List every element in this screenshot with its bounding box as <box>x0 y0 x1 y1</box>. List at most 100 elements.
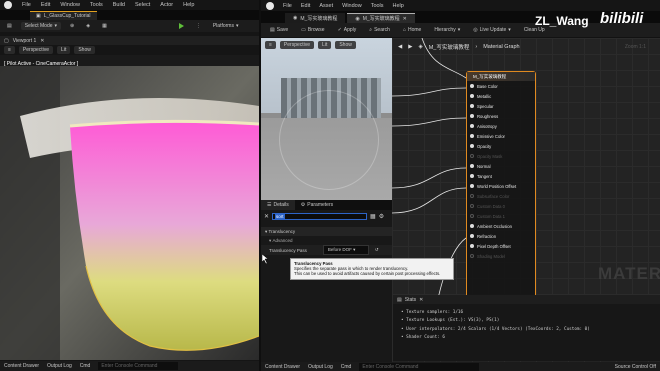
material-tab-1[interactable]: ◉ M_写实玻璃教程 <box>285 13 346 23</box>
translucency-pass-select[interactable]: Before DOF ▾ <box>322 245 369 255</box>
menu-asset[interactable]: Asset <box>319 3 333 9</box>
close-icon[interactable]: ✕ <box>419 297 423 303</box>
save-label: Save <box>276 27 289 33</box>
pin-dot-icon <box>470 104 474 108</box>
settings-icon[interactable]: ⚙ <box>379 213 384 220</box>
browse-button[interactable]: ▭ Browse <box>298 26 327 34</box>
pin-dot-icon <box>470 134 474 138</box>
tab-details[interactable]: ☰ Details <box>261 200 295 210</box>
reset-icon[interactable]: ↺ <box>375 247 379 253</box>
viewport-scene[interactable] <box>0 66 259 360</box>
blueprint-icon[interactable]: ◈ <box>83 22 93 30</box>
translucency-section[interactable]: ▾ Translucency <box>261 227 392 236</box>
menu-edit[interactable]: Edit <box>41 2 50 8</box>
viewport-lit-button[interactable]: Lit <box>57 46 71 54</box>
material-icon: ◉ <box>355 15 360 22</box>
search-text: sort <box>275 213 285 219</box>
cmd-button[interactable]: Cmd <box>80 363 91 369</box>
preview-perspective-button[interactable]: Perspective <box>279 41 315 49</box>
preview-menu-icon[interactable]: ≡ <box>265 41 276 49</box>
clear-search-icon[interactable]: ✕ <box>264 213 269 220</box>
pin-roughness[interactable]: Roughness <box>467 111 535 121</box>
cmd-button[interactable]: Cmd <box>341 364 352 370</box>
save-icon[interactable]: ▤ <box>4 22 15 30</box>
pin-ambient-occlusion[interactable]: Ambient Occlusion <box>467 221 535 231</box>
menu-build[interactable]: Build <box>113 2 125 8</box>
play-options-icon[interactable]: ⋮ <box>193 22 204 30</box>
menu-file[interactable]: File <box>22 2 31 8</box>
output-log-button[interactable]: Output Log <box>47 363 72 369</box>
content-drawer-button[interactable]: Content Drawer <box>4 363 39 369</box>
translucency-pass-value: Before DOF <box>327 247 352 252</box>
pin-pixel-depth-offset[interactable]: Pixel Depth Offset <box>467 241 535 251</box>
play-button[interactable] <box>176 22 187 30</box>
menu-window[interactable]: Window <box>60 2 80 8</box>
menu-help[interactable]: Help <box>393 3 404 9</box>
close-icon[interactable]: ✕ <box>40 38 44 44</box>
add-actor-icon[interactable]: ⊕ <box>67 22 77 30</box>
pin-label: Tangent <box>477 173 492 179</box>
unreal-logo-icon[interactable] <box>4 1 12 9</box>
pin-tangent[interactable]: Tangent <box>467 171 535 181</box>
pin-normal[interactable]: Normal <box>467 161 535 171</box>
material-tab-1-label: M_写实玻璃教程 <box>300 15 338 22</box>
material-tab-2-label: M_写实玻璃教程 <box>362 16 400 22</box>
viewport-tab-label[interactable]: Viewport 1 <box>13 38 37 44</box>
details-search-input[interactable]: sort <box>272 212 368 220</box>
console-command-input[interactable]: Enter Console Command <box>98 362 179 370</box>
tab-parameters[interactable]: ⚙ Parameters <box>295 200 339 210</box>
pin-anisotropy[interactable]: Anisotropy <box>467 121 535 131</box>
grid-view-icon[interactable]: ▦ <box>370 213 376 220</box>
live-update-button[interactable]: ◎ Live Update ▾ <box>470 26 514 34</box>
menu-help[interactable]: Help <box>183 2 194 8</box>
pin-refraction[interactable]: Refraction <box>467 231 535 241</box>
viewport-menu-icon[interactable]: ≡ <box>4 46 15 54</box>
hierarchy-button[interactable]: Hierarchy ▾ <box>431 26 463 34</box>
pin-opacity[interactable]: Opacity <box>467 141 535 151</box>
source-control-status[interactable]: Source Control Off <box>615 364 660 370</box>
material-preview-viewport[interactable]: ≡ Perspective Lit Show <box>261 38 392 200</box>
pin-specular[interactable]: Specular <box>467 101 535 111</box>
home-icon: ⌂ <box>402 27 406 33</box>
menu-select[interactable]: Select <box>135 2 150 8</box>
details-icon: ☰ <box>267 202 272 208</box>
pin-metallic[interactable]: Metallic <box>467 91 535 101</box>
pin-emissive-color[interactable]: Emissive Color <box>467 131 535 141</box>
save-button[interactable]: ▤ Save <box>267 26 291 34</box>
material-result-node[interactable]: M_写实玻璃教程 Base Color Metallic Specular Ro… <box>466 71 536 301</box>
pin-dot-icon <box>470 254 474 258</box>
menu-tools[interactable]: Tools <box>371 3 384 9</box>
close-icon[interactable]: ✕ <box>403 16 407 22</box>
output-log-button[interactable]: Output Log <box>308 364 333 370</box>
menu-edit[interactable]: Edit <box>301 3 310 9</box>
level-tab-row: ▣ L_GlassCup_Tutorial <box>0 10 259 20</box>
console-command-input[interactable]: Enter Console Command <box>359 362 480 371</box>
pin-label: Normal <box>477 163 491 169</box>
content-drawer-button[interactable]: Content Drawer <box>265 364 300 370</box>
material-tab-2[interactable]: ◉ M_写实玻璃教程 ✕ <box>347 13 415 23</box>
preview-show-button[interactable]: Show <box>335 41 356 49</box>
apply-button[interactable]: ✓ Apply <box>335 26 360 34</box>
cinematics-icon[interactable]: ▦ <box>99 22 110 30</box>
menu-tools[interactable]: Tools <box>90 2 103 8</box>
search-button[interactable]: ⌕ Search <box>366 26 393 34</box>
pin-base-color[interactable]: Base Color <box>467 81 535 91</box>
pin-world-position-offset[interactable]: World Position Offset <box>467 181 535 191</box>
viewport-show-button[interactable]: Show <box>74 46 95 54</box>
unreal-logo-icon[interactable] <box>266 1 274 10</box>
platforms-button[interactable]: Platforms ▾ <box>210 22 242 30</box>
save-icon: ▤ <box>270 27 275 33</box>
menu-window[interactable]: Window <box>342 3 362 9</box>
preview-lit-button[interactable]: Lit <box>318 41 332 49</box>
pin-label: World Position Offset <box>477 183 517 189</box>
browse-label: Browse <box>307 27 325 33</box>
home-button[interactable]: ⌂ Home <box>400 26 424 34</box>
menu-actor[interactable]: Actor <box>160 2 173 8</box>
search-label: Search <box>374 27 390 33</box>
preview-glass-sphere <box>279 90 379 190</box>
viewport-perspective-button[interactable]: Perspective <box>18 46 54 54</box>
level-tab[interactable]: ▣ L_GlassCup_Tutorial <box>30 11 97 20</box>
select-mode-button[interactable]: Select Mode ▾ <box>20 22 62 30</box>
menu-file[interactable]: File <box>283 3 292 9</box>
advanced-subsection[interactable]: ▾ Advanced <box>261 236 392 245</box>
